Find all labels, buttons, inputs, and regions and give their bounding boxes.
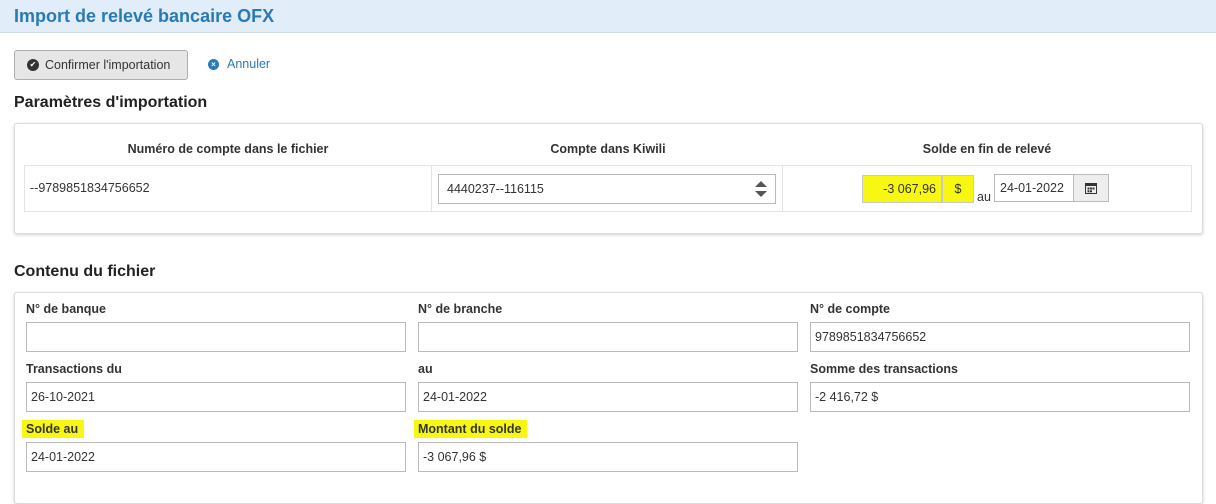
title-bar: Import de relevé bancaire OFX [0, 0, 1216, 33]
account-number-field[interactable]: 9789851834756652 [810, 322, 1190, 352]
col-balance-header: Solde en fin de relevé [922, 142, 1052, 156]
currency-addon: $ [942, 175, 974, 203]
transactions-from-label: Transactions du [26, 362, 122, 376]
balance-at-label: Solde au [22, 420, 85, 438]
file-account-number: --9789851834756652 [30, 181, 150, 195]
branch-number-field[interactable] [418, 322, 798, 352]
check-circle-icon: ✔ [27, 59, 39, 71]
balance-date-au-label: au [977, 190, 991, 204]
confirm-import-label: Confirmer l'importation [45, 58, 171, 72]
balance-date-input[interactable]: 24-01-2022 [994, 174, 1074, 202]
ending-balance-input[interactable]: -3 067,96 [862, 175, 942, 203]
calendar-button[interactable] [1073, 174, 1109, 202]
kiwili-account-value: 4440237--116115 [447, 182, 544, 196]
file-content-heading: Contenu du fichier [14, 263, 156, 280]
cancel-link[interactable]: × Annuler [208, 57, 270, 71]
balance-amount-field[interactable]: -3 067,96 $ [418, 442, 798, 472]
transactions-sum-field[interactable]: -2 416,72 $ [810, 382, 1190, 412]
transactions-to-field[interactable]: 24-01-2022 [418, 382, 798, 412]
col-account-file-header: Numéro de compte dans le fichier [127, 142, 329, 156]
balance-cell [782, 165, 1192, 212]
balance-at-field[interactable]: 24-01-2022 [26, 442, 406, 472]
calendar-icon [1085, 183, 1097, 194]
kiwili-account-select[interactable]: 4440237--116115 [438, 174, 776, 204]
import-params-heading: Paramètres d'importation [14, 94, 208, 111]
transactions-from-field[interactable]: 26-10-2021 [26, 382, 406, 412]
balance-amount-label: Montant du solde [414, 420, 528, 438]
branch-number-label: N° de branche [418, 302, 503, 316]
transactions-to-label: au [418, 362, 433, 376]
confirm-import-button[interactable]: ✔ Confirmer l'importation [14, 50, 188, 80]
transactions-sum-label: Somme des transactions [810, 362, 958, 376]
bank-number-field[interactable] [26, 322, 406, 352]
cancel-label: Annuler [227, 57, 271, 71]
bank-number-label: N° de banque [26, 302, 107, 316]
up-down-arrows-icon [755, 181, 767, 197]
times-circle-icon: × [208, 58, 219, 70]
account-number-label: N° de compte [810, 302, 891, 316]
col-kiwili-account-header: Compte dans Kiwili [550, 142, 666, 156]
page-title: Import de relevé bancaire OFX [14, 6, 275, 26]
